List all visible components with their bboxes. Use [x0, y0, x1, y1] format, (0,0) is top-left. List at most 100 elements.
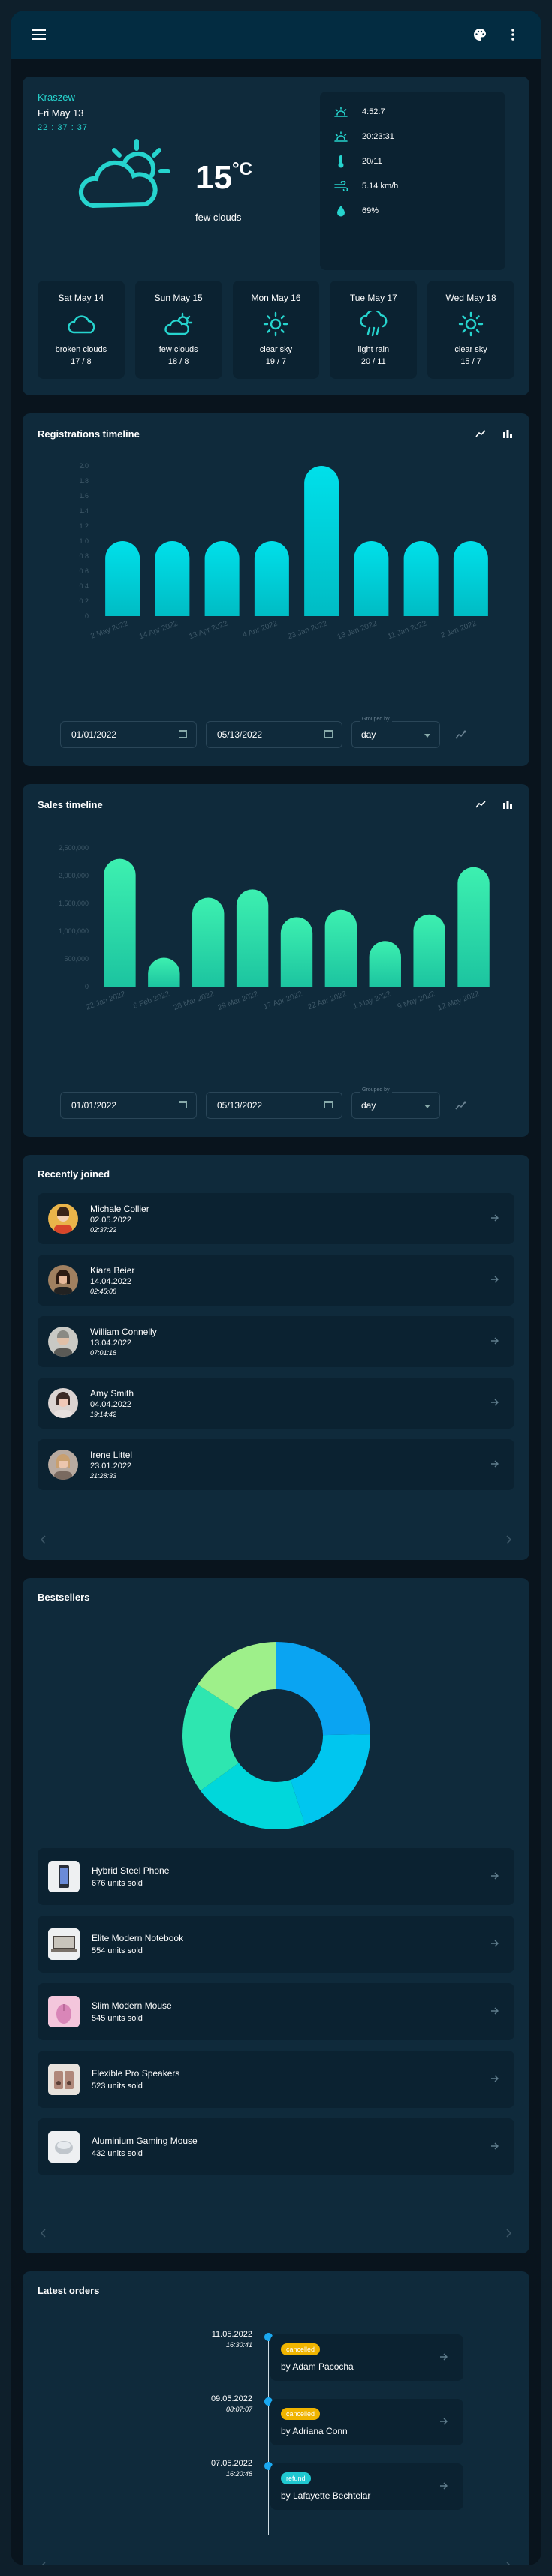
- chart-bar[interactable]: [105, 541, 140, 616]
- chart-bar[interactable]: [204, 541, 240, 616]
- chart-bar[interactable]: [192, 897, 225, 987]
- list-item[interactable]: Kiara Beier 14.04.2022 02:45:08: [38, 1255, 514, 1306]
- chart-bar[interactable]: [148, 957, 180, 987]
- arrow-right-icon[interactable]: [490, 2140, 499, 2154]
- chart-bar[interactable]: [104, 858, 136, 987]
- chart-bar[interactable]: [369, 941, 401, 987]
- chart-bar[interactable]: [324, 909, 357, 987]
- chevron-left-icon[interactable]: [40, 1534, 47, 1548]
- chevron-right-icon[interactable]: [505, 2228, 512, 2241]
- y-tick-label: 1.8: [79, 477, 89, 485]
- menu-icon[interactable]: [27, 23, 51, 47]
- list-item[interactable]: Irene Littel 23.01.2022 21:28:33: [38, 1439, 514, 1490]
- registrations-group-select[interactable]: Grouped by day: [351, 717, 440, 748]
- x-tick-label: 28 Mar 2022: [173, 990, 216, 1012]
- arrow-right-icon[interactable]: [490, 1937, 499, 1951]
- palette-icon[interactable]: [468, 23, 492, 47]
- list-item[interactable]: Aluminium Gaming Mouse 432 units sold: [38, 2118, 514, 2175]
- product-sold: 545 units sold: [92, 2014, 143, 2023]
- chart-bar[interactable]: [453, 541, 488, 616]
- order-time: 16:30:41: [225, 2341, 252, 2349]
- arrow-right-icon[interactable]: [439, 2415, 448, 2429]
- y-tick-label: 0.4: [79, 582, 89, 590]
- arrow-right-icon[interactable]: [490, 1396, 499, 1410]
- chart-bar[interactable]: [413, 914, 445, 987]
- sales-from-date[interactable]: 01/01/2022: [60, 1092, 197, 1119]
- list-item[interactable]: Hybrid Steel Phone 676 units sold: [38, 1848, 514, 1905]
- recently-joined-card: Recently joined Michale Collier 02.05.20…: [23, 1155, 529, 1560]
- arrow-right-icon[interactable]: [490, 1212, 499, 1225]
- chart-bar[interactable]: [236, 889, 269, 987]
- chart-bar[interactable]: [280, 917, 313, 987]
- line-chart-icon[interactable]: [474, 427, 487, 440]
- chart-bar[interactable]: [254, 541, 289, 616]
- sales-to-date[interactable]: 05/13/2022: [206, 1092, 342, 1119]
- chart-bar[interactable]: [354, 541, 389, 616]
- chevron-left-icon[interactable]: [41, 2561, 47, 2565]
- few-clouds-icon: [135, 308, 222, 341]
- list-item[interactable]: Elite Modern Notebook 554 units sold: [38, 1916, 514, 1973]
- x-tick-label: 22 Apr 2022: [306, 990, 348, 1011]
- user-time: 07:01:18: [90, 1349, 117, 1357]
- arrow-right-icon[interactable]: [490, 2073, 499, 2086]
- arrow-right-icon[interactable]: [490, 1335, 499, 1348]
- latest-orders-title: Latest orders: [38, 2285, 100, 2296]
- sales-group-select[interactable]: Grouped by day: [351, 1087, 440, 1119]
- chevron-right-icon[interactable]: [505, 1534, 512, 1548]
- user-name: Michale Collier: [90, 1204, 149, 1214]
- sparkline-icon[interactable]: [449, 723, 473, 747]
- calendar-icon[interactable]: [179, 729, 187, 740]
- chevron-right-icon[interactable]: [505, 2561, 511, 2565]
- weather-condition: few clouds: [195, 212, 242, 223]
- bar-chart-icon[interactable]: [501, 798, 514, 811]
- more-vert-icon[interactable]: [501, 23, 525, 47]
- calendar-icon[interactable]: [179, 1100, 187, 1111]
- order-card[interactable]: cancelled by Adriana Conn: [270, 2399, 463, 2445]
- user-name: William Connelly: [90, 1327, 157, 1337]
- chevron-down-icon: [424, 1100, 430, 1111]
- product-name: Aluminium Gaming Mouse: [92, 2136, 198, 2146]
- user-time: 21:28:33: [90, 1472, 117, 1480]
- registrations-from-date[interactable]: 01/01/2022: [60, 721, 197, 748]
- line-chart-icon[interactable]: [474, 798, 487, 811]
- arrow-right-icon[interactable]: [490, 2005, 499, 2018]
- registrations-chart: 0 0.2 0.4 0.6 0.8 1.0 1.2 1.4 1.6 1.8 2.0 2 May 202…: [79, 462, 488, 642]
- list-item[interactable]: Michale Collier 02.05.2022 02:37:22: [38, 1193, 514, 1244]
- arrow-right-icon[interactable]: [490, 1458, 499, 1471]
- y-tick-label: 0: [85, 983, 89, 990]
- order-card[interactable]: cancelled by Adam Pacocha: [270, 2334, 463, 2381]
- registrations-to-date[interactable]: 05/13/2022: [206, 721, 342, 748]
- x-tick-label: 2 May 2022: [89, 619, 129, 640]
- y-tick-label: 0.6: [79, 567, 89, 575]
- arrow-right-icon[interactable]: [439, 2351, 448, 2364]
- chart-bar[interactable]: [155, 541, 190, 616]
- donut-slice[interactable]: [276, 1642, 370, 1736]
- sparkline-icon[interactable]: [449, 1093, 473, 1117]
- chart-bar[interactable]: [457, 867, 490, 987]
- list-item[interactable]: Flexible Pro Speakers 523 units sold: [38, 2051, 514, 2108]
- y-tick-label: 2,500,000: [59, 844, 89, 852]
- calendar-icon[interactable]: [324, 729, 333, 740]
- chevron-left-icon[interactable]: [40, 2228, 47, 2241]
- avatar: [48, 1450, 78, 1480]
- chart-bar[interactable]: [403, 541, 439, 616]
- list-item[interactable]: Slim Modern Mouse 545 units sold: [38, 1983, 514, 2040]
- sunrise-stat: 4:52:7: [333, 99, 492, 124]
- list-item[interactable]: Amy Smith 04.04.2022 19:14:42: [38, 1378, 514, 1429]
- registrations-card: Registrations timeline 0 0.2 0.4 0.6 0.8 1.0 1…: [23, 413, 529, 766]
- thermometer-icon: [333, 155, 348, 168]
- user-date: 14.04.2022: [90, 1277, 132, 1286]
- forecast-day: Sun May 15 few clouds 18 / 8: [134, 281, 222, 379]
- list-item[interactable]: William Connelly 13.04.2022 07:01:18: [38, 1316, 514, 1367]
- order-card[interactable]: refund by Lafayette Bechtelar: [270, 2463, 463, 2510]
- x-tick-label: 23 Jan 2022: [287, 619, 329, 641]
- bar-chart-icon[interactable]: [501, 427, 514, 440]
- chart-bar[interactable]: [304, 466, 339, 616]
- light-rain-icon: [330, 308, 417, 341]
- arrow-right-icon[interactable]: [439, 2480, 448, 2493]
- few-clouds-icon: [75, 137, 180, 223]
- arrow-right-icon[interactable]: [490, 1273, 499, 1287]
- donut-slice[interactable]: [290, 1734, 371, 1826]
- arrow-right-icon[interactable]: [490, 1870, 499, 1883]
- calendar-icon[interactable]: [324, 1100, 333, 1111]
